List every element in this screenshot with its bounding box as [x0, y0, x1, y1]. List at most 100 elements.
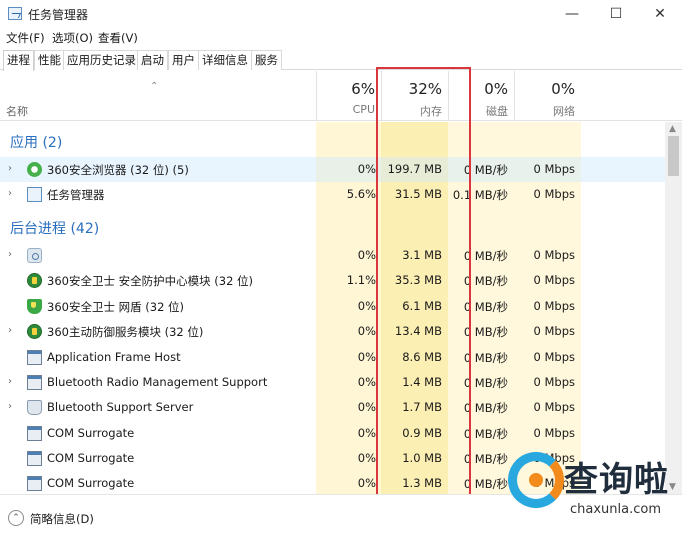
network-percent: 0%	[551, 80, 575, 98]
tab-users[interactable]: 用户	[168, 50, 199, 70]
tab-details[interactable]: 详细信息	[198, 50, 252, 70]
tab-services[interactable]: 服务	[251, 50, 282, 70]
process-row[interactable]: 360安全卫士 安全防护中心模块 (32 位) 1.1% 35.3 MB 0 M…	[0, 268, 665, 293]
tab-startup[interactable]: 启动	[137, 50, 168, 70]
memory-percent: 32%	[408, 80, 442, 98]
process-row[interactable]: › 任务管理器 5.6% 31.5 MB 0.1 MB/秒 0 Mbps	[0, 182, 665, 207]
tab-processes[interactable]: 进程	[3, 50, 34, 71]
expand-icon[interactable]: ›	[8, 163, 12, 174]
cpu-value: 0%	[357, 451, 376, 465]
menu-view[interactable]: 查看(V)	[98, 30, 138, 46]
disk-value: 0 MB/秒	[463, 274, 508, 288]
disk-value: 0 MB/秒	[463, 300, 508, 314]
network-value: 0 Mbps	[533, 324, 576, 338]
browser-360-icon	[27, 162, 42, 177]
group-background[interactable]: 后台进程 (42)	[10, 218, 99, 238]
process-row[interactable]: Application Frame Host 0% 8.6 MB 0 MB/秒 …	[0, 345, 665, 370]
cpu-value: 0%	[357, 350, 376, 364]
process-name: Application Frame Host	[47, 350, 181, 364]
memory-value: 31.5 MB	[394, 187, 442, 201]
expand-icon[interactable]: ›	[8, 249, 12, 260]
window-icon	[27, 451, 42, 466]
scroll-thumb[interactable]	[668, 136, 679, 176]
chevron-up-icon[interactable]: ⌃	[8, 510, 24, 526]
maximize-button[interactable]: ☐	[594, 0, 638, 28]
memory-value: 13.4 MB	[394, 324, 442, 338]
watermark-text: 查询啦	[564, 460, 669, 500]
disk-value: 0 MB/秒	[463, 163, 508, 177]
network-value: 0 Mbps	[533, 400, 576, 414]
network-value: 0 Mbps	[533, 248, 576, 262]
column-memory[interactable]: 32% 内存	[381, 71, 448, 121]
cpu-value: 0%	[357, 400, 376, 414]
vertical-scrollbar[interactable]: ▲ ▼	[665, 122, 682, 494]
title-bar: 任务管理器 — ☐ ✕	[0, 0, 682, 28]
cpu-label: CPU	[352, 103, 375, 116]
guard-360-icon	[27, 273, 42, 288]
disk-value: 0 MB/秒	[463, 376, 508, 390]
group-apps[interactable]: 应用 (2)	[10, 132, 62, 152]
expand-icon[interactable]: ›	[8, 188, 12, 199]
memory-value: 1.3 MB	[402, 476, 442, 490]
memory-value: 0.9 MB	[402, 426, 442, 440]
memory-value: 35.3 MB	[394, 273, 442, 287]
disk-value: 0 MB/秒	[463, 325, 508, 339]
process-list: 应用 (2) › 360安全浏览器 (32 位) (5) 0% 199.7 MB…	[0, 122, 665, 494]
tab-bar: 进程 性能 应用历史记录 启动 用户 详细信息 服务	[0, 48, 682, 71]
expand-icon[interactable]: ›	[8, 401, 12, 412]
chaxunla-logo-icon	[508, 452, 564, 508]
process-row[interactable]: 360安全卫士 网盾 (32 位) 0% 6.1 MB 0 MB/秒 0 Mbp…	[0, 294, 665, 319]
process-name: COM Surrogate	[47, 426, 135, 440]
column-name[interactable]: 名称	[6, 103, 28, 119]
disk-percent: 0%	[484, 80, 508, 98]
window-icon	[27, 375, 42, 390]
window-title: 任务管理器	[28, 8, 89, 22]
tab-app-history[interactable]: 应用历史记录	[63, 50, 140, 70]
cpu-value: 1.1%	[346, 273, 376, 287]
process-name: 360安全卫士 安全防护中心模块 (32 位)	[47, 274, 254, 288]
process-row[interactable]: › Bluetooth Radio Management Support 0% …	[0, 370, 665, 395]
network-value: 0 Mbps	[533, 299, 576, 313]
memory-value: 199.7 MB	[387, 162, 442, 176]
process-row[interactable]: › 360安全浏览器 (32 位) (5) 0% 199.7 MB 0 MB/秒…	[0, 157, 665, 182]
cpu-value: 0%	[357, 426, 376, 440]
network-value: 0 Mbps	[533, 273, 576, 287]
scroll-up-icon[interactable]: ▲	[669, 124, 676, 134]
fewer-details-button[interactable]: 简略信息(D)	[30, 511, 94, 527]
tab-performance[interactable]: 性能	[34, 50, 65, 70]
shield-icon	[27, 299, 42, 314]
column-cpu[interactable]: 6% CPU	[316, 71, 381, 121]
network-value: 0 Mbps	[533, 426, 576, 440]
expand-icon[interactable]: ›	[8, 376, 12, 387]
disk-value: 0.1 MB/秒	[452, 188, 508, 202]
memory-value: 8.6 MB	[402, 350, 442, 364]
process-name: Bluetooth Radio Management Support	[47, 375, 268, 389]
watermark: 查询啦 chaxunla.com	[502, 448, 680, 530]
cpu-value: 0%	[357, 248, 376, 262]
menu-options[interactable]: 选项(O)	[52, 30, 93, 46]
process-row[interactable]: › Bluetooth Support Server 0% 1.7 MB 0 M…	[0, 395, 665, 420]
memory-value: 3.1 MB	[402, 248, 442, 262]
cpu-value: 5.6%	[346, 187, 376, 201]
process-row[interactable]: › 0% 3.1 MB 0 MB/秒 0 Mbps	[0, 243, 665, 268]
sort-up-icon[interactable]: ⌃	[150, 81, 158, 92]
disk-value: 0 MB/秒	[463, 351, 508, 365]
expand-icon[interactable]: ›	[8, 325, 12, 336]
process-name: 360安全浏览器 (32 位) (5)	[47, 163, 189, 177]
disk-value: 0 MB/秒	[463, 427, 508, 441]
memory-value: 1.7 MB	[402, 400, 442, 414]
window-icon	[27, 476, 42, 491]
column-disk[interactable]: 0% 磁盘	[448, 71, 514, 121]
process-row[interactable]: › 360主动防御服务模块 (32 位) 0% 13.4 MB 0 MB/秒 0…	[0, 319, 665, 344]
memory-label: 内存	[420, 105, 442, 118]
minimize-button[interactable]: —	[550, 0, 594, 28]
process-row[interactable]: COM Surrogate 0% 0.9 MB 0 MB/秒 0 Mbps	[0, 421, 665, 446]
memory-value: 1.0 MB	[402, 451, 442, 465]
close-button[interactable]: ✕	[638, 0, 682, 28]
task-manager-icon	[27, 187, 42, 202]
process-name: COM Surrogate	[47, 476, 135, 490]
disk-value: 0 MB/秒	[463, 401, 508, 415]
process-name: 任务管理器	[47, 188, 105, 202]
column-network[interactable]: 0% 网络	[514, 71, 581, 121]
menu-file[interactable]: 文件(F)	[6, 30, 45, 46]
